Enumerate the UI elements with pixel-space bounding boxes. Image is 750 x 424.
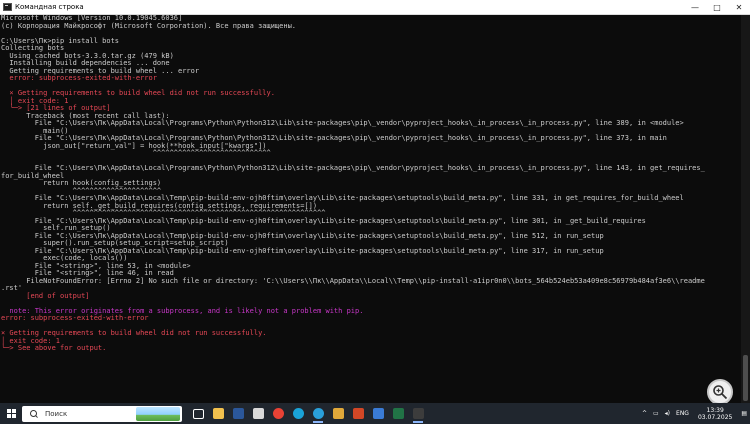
console-line: C:\Users\Пк>pip install bots: [1, 36, 120, 45]
console-line: FileNotFoundError: [Errno 2] No such fil…: [1, 276, 705, 285]
taskbar-app-1[interactable]: [208, 403, 228, 424]
clock-time: 13:39: [706, 406, 724, 414]
console-line: │ exit code: 1: [1, 336, 61, 345]
taskbar-app-0[interactable]: [188, 403, 208, 424]
minimize-button[interactable]: —: [684, 0, 706, 14]
system-tray: ^ ▭ ◂) ENG 13:39 03.07.2025 ▤: [639, 403, 750, 424]
telegram-icon: [312, 408, 324, 419]
console-line: File "C:\Users\Пк\AppData\Local\Programs…: [1, 119, 684, 127]
zoom-in-icon: [713, 385, 728, 400]
windows-logo-icon: [6, 409, 16, 418]
app-blue-icon: [372, 408, 384, 419]
console-line: .rst': [1, 284, 23, 292]
taskbar-app-3[interactable]: [248, 403, 268, 424]
excel-icon: [392, 408, 404, 419]
scrollbar-thumb[interactable]: [743, 355, 748, 401]
taskbar-app-6[interactable]: [308, 403, 328, 424]
console-line: File "C:\Users\Пк\AppData\Local\Programs…: [1, 164, 705, 172]
search-box[interactable]: Поиск: [22, 405, 182, 422]
clock-date: 03.07.2025: [697, 413, 733, 421]
edge-icon: [292, 408, 304, 419]
vertical-scrollbar[interactable]: [741, 15, 750, 403]
console-line: × Getting requirements to build wheel di…: [1, 329, 267, 337]
app-yellow-icon: [332, 408, 344, 419]
search-highlight-image: [136, 406, 180, 421]
taskbar-app-8[interactable]: [348, 403, 368, 424]
console-line: │ exit code: 1: [1, 96, 69, 105]
taskbar-apps: [188, 403, 428, 424]
console-line: error: subprocess-exited-with-error: [1, 74, 157, 82]
search-icon: [30, 410, 37, 417]
console-line: ╰─> See above for output.: [1, 344, 107, 352]
task-view-icon: [192, 408, 204, 419]
console-line: [end of output]: [1, 291, 90, 300]
volume-icon[interactable]: ◂): [665, 410, 670, 417]
tray-chevron-icon[interactable]: ^: [642, 410, 647, 417]
console-line: File "C:\Users\Пк\AppData\Local\Temp\pip…: [1, 216, 646, 225]
clock[interactable]: 13:39 03.07.2025: [698, 407, 732, 421]
taskbar-app-10[interactable]: [388, 403, 408, 424]
console-output[interactable]: Microsoft Windows [Version 10.0.19045.60…: [0, 15, 740, 403]
console-line: ^^^^^^^^^^^^^^^^^^^^^^^^^^^^: [1, 149, 271, 157]
word-icon: [232, 408, 244, 419]
language-indicator[interactable]: ENG: [676, 410, 689, 417]
file-explorer-icon: [212, 408, 224, 419]
search-placeholder: Поиск: [45, 409, 68, 418]
network-icon[interactable]: ▭: [653, 410, 659, 417]
window-title: Командная строка: [15, 3, 84, 11]
taskbar: Поиск ^ ▭ ◂) ENG 13:39 03.07.2025 ▤: [0, 403, 750, 424]
chrome-icon: [272, 408, 284, 419]
maximize-button[interactable]: □: [706, 0, 728, 14]
taskbar-app-7[interactable]: [328, 403, 348, 424]
start-button[interactable]: [0, 403, 22, 424]
console-line: (c) Корпорация Майкрософт (Microsoft Cor…: [1, 21, 297, 30]
cmd-icon: [3, 3, 12, 11]
console-line: error: subprocess-exited-with-error: [1, 314, 149, 322]
console-line: × Getting requirements to build wheel di…: [1, 89, 275, 97]
magnifier-button[interactable]: [707, 379, 733, 405]
taskbar-app-2[interactable]: [228, 403, 248, 424]
powerpoint-icon: [352, 408, 364, 419]
taskbar-app-9[interactable]: [368, 403, 388, 424]
title-bar[interactable]: Командная строка — □ ✕: [0, 0, 750, 15]
taskbar-app-5[interactable]: [288, 403, 308, 424]
close-button[interactable]: ✕: [728, 0, 750, 14]
window-controls: — □ ✕: [684, 0, 750, 14]
taskbar-app-4[interactable]: [268, 403, 288, 424]
notifications-icon[interactable]: ▤: [741, 410, 747, 417]
mail-icon: [252, 408, 264, 419]
taskbar-app-11[interactable]: [408, 403, 428, 424]
terminal-icon: [412, 408, 424, 419]
